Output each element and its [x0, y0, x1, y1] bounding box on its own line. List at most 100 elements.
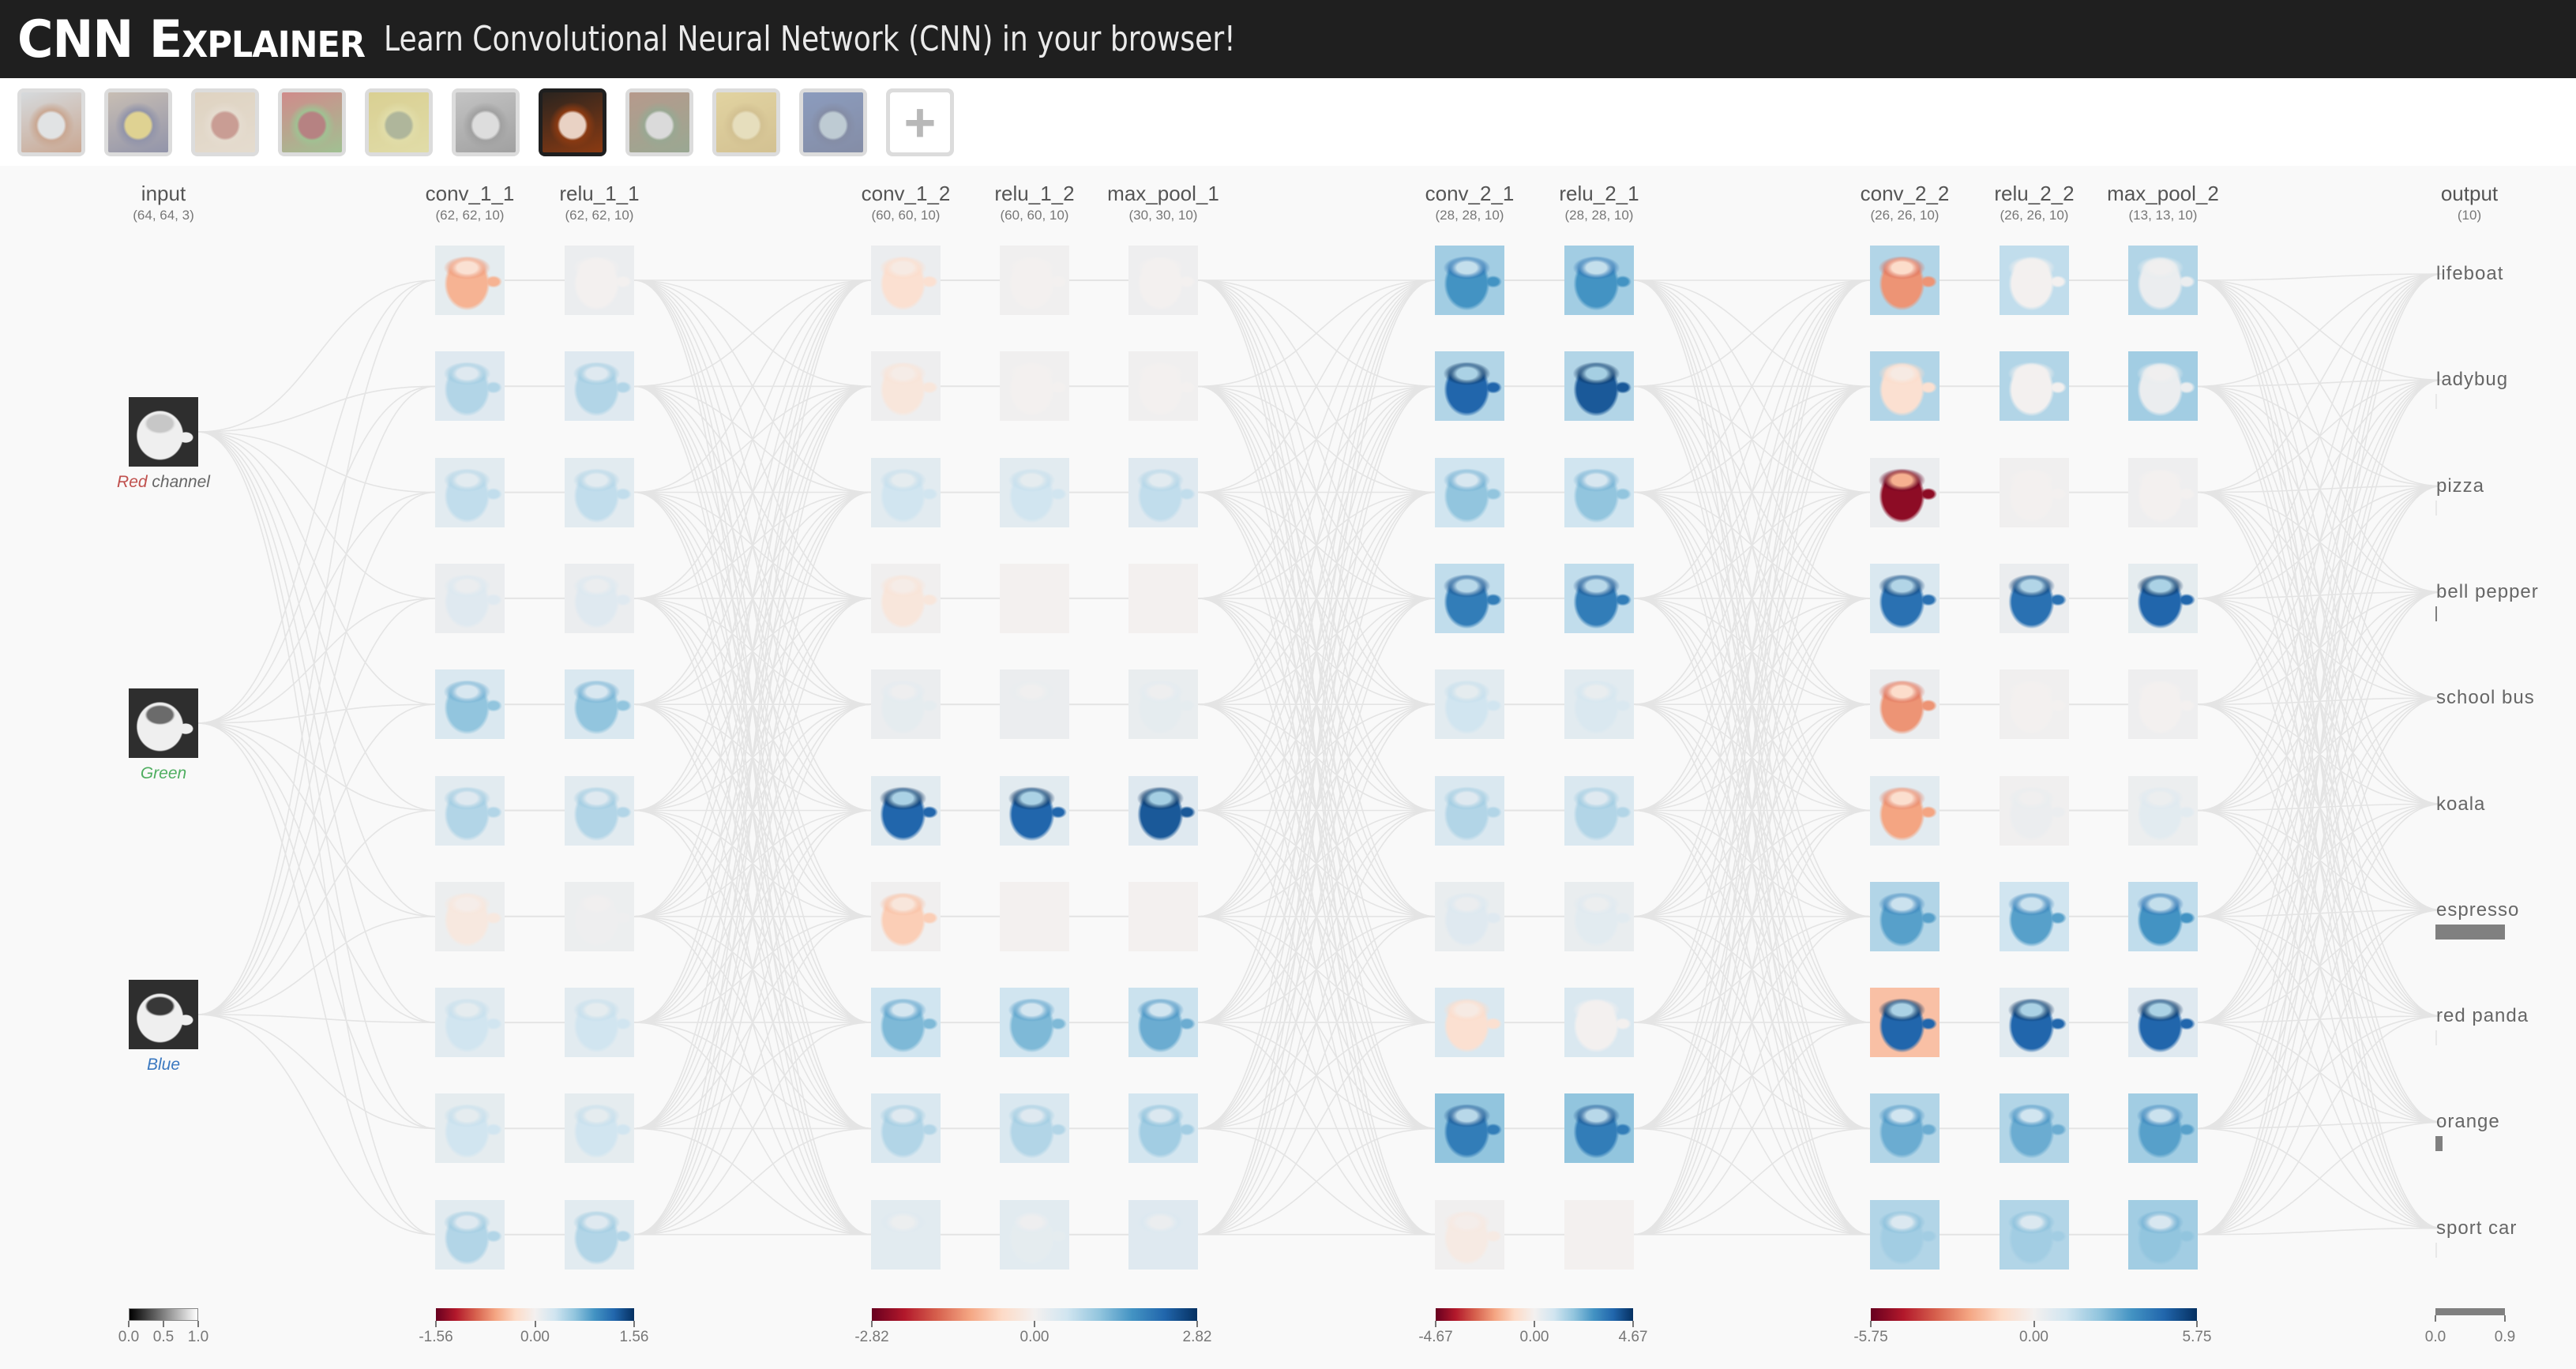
- feature-map-relu-2-2-5[interactable]: [2000, 669, 2069, 740]
- feature-map-conv-1-2-3[interactable]: [871, 457, 941, 527]
- feature-map-conv-2-2-10[interactable]: [1870, 1199, 1940, 1270]
- feature-map-relu-1-2-8[interactable]: [1000, 988, 1069, 1058]
- feature-map-relu-2-2-10[interactable]: [2000, 1199, 2069, 1270]
- feature-map-relu-1-2-5[interactable]: [1000, 669, 1069, 740]
- feature-map-conv-1-2-7[interactable]: [871, 881, 941, 951]
- feature-map-conv-2-1-8[interactable]: [1435, 988, 1504, 1058]
- feature-map-relu-1-2-1[interactable]: [1000, 246, 1069, 315]
- feature-map-conv-1-2-6[interactable]: [871, 775, 941, 846]
- feature-map-conv-1-2-1[interactable]: [871, 246, 941, 315]
- feature-map-max-pool-1-1[interactable]: [1128, 246, 1198, 315]
- feature-map-max-pool-2-2[interactable]: [2128, 351, 2198, 422]
- feature-map-max-pool-2-9[interactable]: [2128, 1093, 2198, 1164]
- feature-map-conv-2-2-4[interactable]: [1870, 563, 1940, 633]
- feature-map-relu-1-2-4[interactable]: [1000, 563, 1069, 633]
- feature-map-max-pool-2-3[interactable]: [2128, 457, 2198, 527]
- feature-map-relu-1-1-4[interactable]: [565, 563, 634, 633]
- feature-map-relu-1-2-2[interactable]: [1000, 351, 1069, 422]
- feature-map-conv-2-1-3[interactable]: [1435, 457, 1504, 527]
- feature-map-conv-1-1-6[interactable]: [435, 775, 505, 846]
- feature-map-relu-1-1-6[interactable]: [565, 775, 634, 846]
- output-label-ladybug[interactable]: ladybug: [2436, 369, 2508, 391]
- feature-map-max-pool-2-8[interactable]: [2128, 988, 2198, 1058]
- feature-map-relu-2-2-4[interactable]: [2000, 563, 2069, 633]
- feature-map-relu-2-2-2[interactable]: [2000, 351, 2069, 422]
- feature-map-conv-1-1-8[interactable]: [435, 988, 505, 1058]
- output-label-espresso[interactable]: espresso: [2436, 899, 2519, 921]
- feature-map-conv-1-2-4[interactable]: [871, 563, 941, 633]
- feature-map-relu-1-1-1[interactable]: [565, 246, 634, 315]
- feature-map-max-pool-1-2[interactable]: [1128, 351, 1198, 422]
- output-label-sport-car[interactable]: sport car: [2436, 1217, 2517, 1240]
- feature-map-conv-1-1-10[interactable]: [435, 1199, 505, 1270]
- feature-map-conv-1-1-9[interactable]: [435, 1093, 505, 1164]
- output-label-lifeboat[interactable]: lifeboat: [2436, 263, 2503, 285]
- feature-map-conv-1-1-3[interactable]: [435, 457, 505, 527]
- layer-label-max-pool-1[interactable]: max_pool_1: [1068, 182, 1258, 206]
- add-image-button[interactable]: +: [886, 88, 954, 156]
- feature-map-conv-1-2-10[interactable]: [871, 1199, 941, 1270]
- feature-map-relu-2-2-8[interactable]: [2000, 988, 2069, 1058]
- feature-map-relu-2-1-5[interactable]: [1564, 669, 1634, 740]
- feature-map-relu-1-1-3[interactable]: [565, 457, 634, 527]
- thumbnail-ladybug[interactable]: [104, 88, 172, 156]
- feature-map-relu-2-1-9[interactable]: [1564, 1093, 1634, 1164]
- thumbnail-school-bus[interactable]: [365, 88, 433, 156]
- layer-label-relu-1-1[interactable]: relu_1_1: [505, 182, 694, 206]
- feature-map-max-pool-1-9[interactable]: [1128, 1093, 1198, 1164]
- feature-map-relu-2-1-8[interactable]: [1564, 988, 1634, 1058]
- feature-map-relu-2-1-2[interactable]: [1564, 351, 1634, 422]
- output-label-koala[interactable]: koala: [2436, 793, 2485, 816]
- feature-map-conv-1-2-5[interactable]: [871, 669, 941, 740]
- feature-map-conv-2-1-6[interactable]: [1435, 775, 1504, 846]
- layer-label-max-pool-2[interactable]: max_pool_2: [2068, 182, 2258, 206]
- feature-map-max-pool-2-10[interactable]: [2128, 1199, 2198, 1270]
- feature-map-max-pool-1-10[interactable]: [1128, 1199, 1198, 1270]
- thumbnail-red-panda[interactable]: [625, 88, 693, 156]
- feature-map-relu-2-2-7[interactable]: [2000, 881, 2069, 951]
- feature-map-relu-2-1-1[interactable]: [1564, 246, 1634, 315]
- layer-label-relu-2-1[interactable]: relu_2_1: [1504, 182, 1694, 206]
- feature-map-conv-2-2-6[interactable]: [1870, 775, 1940, 846]
- input-channel-green[interactable]: [129, 688, 198, 758]
- thumbnail-sport-car[interactable]: [799, 88, 867, 156]
- feature-map-relu-1-2-9[interactable]: [1000, 1093, 1069, 1164]
- feature-map-conv-2-2-2[interactable]: [1870, 351, 1940, 422]
- feature-map-conv-2-1-1[interactable]: [1435, 246, 1504, 315]
- feature-map-conv-1-2-8[interactable]: [871, 988, 941, 1058]
- input-channel-red[interactable]: [129, 397, 198, 467]
- feature-map-max-pool-1-7[interactable]: [1128, 881, 1198, 951]
- feature-map-max-pool-1-3[interactable]: [1128, 457, 1198, 527]
- feature-map-relu-1-1-9[interactable]: [565, 1093, 634, 1164]
- feature-map-conv-2-2-8[interactable]: [1870, 988, 1940, 1058]
- app-logo[interactable]: CNN Explainer: [17, 9, 366, 69]
- thumbnail-orange[interactable]: [712, 88, 780, 156]
- feature-map-relu-2-2-1[interactable]: [2000, 246, 2069, 315]
- feature-map-conv-2-2-5[interactable]: [1870, 669, 1940, 740]
- feature-map-max-pool-2-4[interactable]: [2128, 563, 2198, 633]
- thumbnail-koala[interactable]: [452, 88, 520, 156]
- feature-map-conv-2-2-3[interactable]: [1870, 457, 1940, 527]
- thumbnail-espresso[interactable]: [539, 88, 606, 156]
- feature-map-conv-2-1-9[interactable]: [1435, 1093, 1504, 1164]
- feature-map-conv-1-1-2[interactable]: [435, 351, 505, 422]
- feature-map-relu-2-1-4[interactable]: [1564, 563, 1634, 633]
- output-label-school-bus[interactable]: school bus: [2436, 687, 2535, 709]
- feature-map-conv-2-1-2[interactable]: [1435, 351, 1504, 422]
- feature-map-conv-2-2-1[interactable]: [1870, 246, 1940, 315]
- feature-map-relu-1-1-8[interactable]: [565, 988, 634, 1058]
- thumbnail-pizza[interactable]: [191, 88, 259, 156]
- feature-map-max-pool-1-8[interactable]: [1128, 988, 1198, 1058]
- feature-map-relu-1-2-10[interactable]: [1000, 1199, 1069, 1270]
- layer-label-input[interactable]: input: [69, 182, 258, 206]
- output-label-orange[interactable]: orange: [2436, 1111, 2500, 1133]
- feature-map-relu-2-1-10[interactable]: [1564, 1199, 1634, 1270]
- feature-map-conv-1-1-4[interactable]: [435, 563, 505, 633]
- thumbnail-bell-pepper[interactable]: [278, 88, 346, 156]
- feature-map-max-pool-1-4[interactable]: [1128, 563, 1198, 633]
- feature-map-conv-1-2-9[interactable]: [871, 1093, 941, 1164]
- output-label-bell-pepper[interactable]: bell pepper: [2436, 581, 2539, 603]
- feature-map-relu-2-2-9[interactable]: [2000, 1093, 2069, 1164]
- feature-map-conv-1-2-2[interactable]: [871, 351, 941, 422]
- feature-map-conv-2-1-10[interactable]: [1435, 1199, 1504, 1270]
